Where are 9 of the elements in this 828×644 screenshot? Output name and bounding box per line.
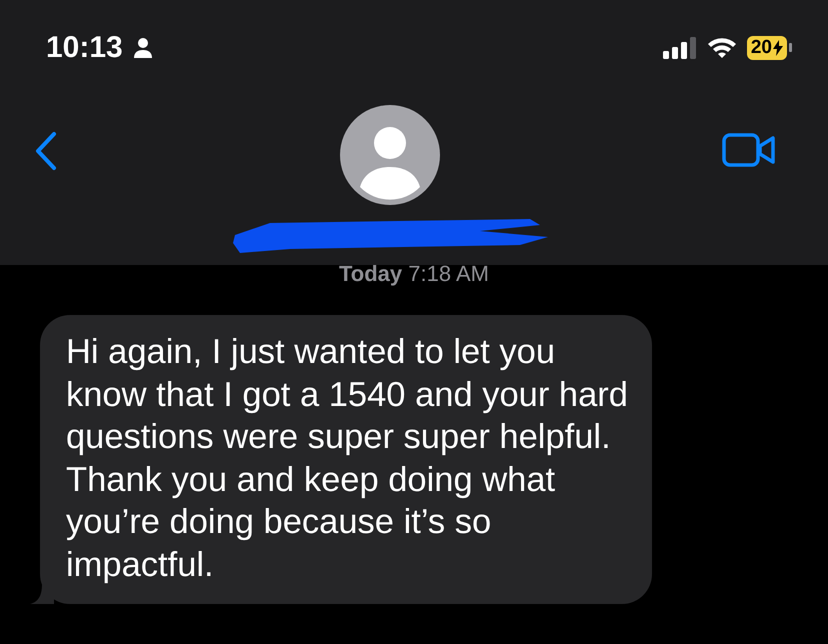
- video-camera-icon[interactable]: [722, 133, 776, 167]
- person-icon: [132, 36, 153, 58]
- message-text: Hi again, I just wanted to let you know that I got a 1540 and your hard questions were super super helpful. Thank you and keep doing what you’re doing because it’s so impactful.: [66, 333, 628, 584]
- status-time: 10:13: [46, 30, 123, 64]
- avatar-icon[interactable]: [340, 105, 440, 205]
- signal-icon: [662, 36, 697, 58]
- back-icon[interactable]: [34, 131, 58, 171]
- message-timestamp: Today 7:18 AM: [339, 261, 489, 287]
- wifi-icon: [706, 36, 737, 58]
